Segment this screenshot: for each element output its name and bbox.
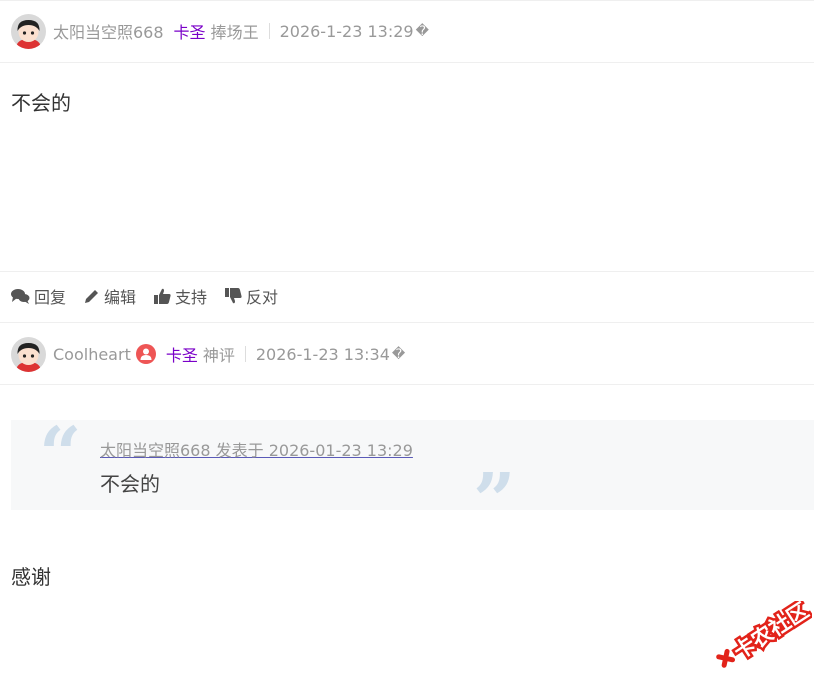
- post-content: 感谢: [11, 565, 51, 589]
- support-button[interactable]: 支持: [154, 284, 207, 308]
- author-name[interactable]: 太阳当空照668: [53, 19, 164, 43]
- pencil-icon: [85, 290, 99, 303]
- support-label: 支持: [175, 288, 208, 307]
- user-title: 捧场王: [210, 23, 259, 42]
- top-divider: [0, 0, 814, 1]
- user-role: 卡圣: [173, 23, 206, 42]
- unknown-glyph: �: [415, 23, 429, 39]
- header-divider: [0, 62, 814, 63]
- reply-button[interactable]: 回复: [11, 284, 66, 308]
- quote-text: 不会的: [100, 472, 160, 496]
- author-name[interactable]: Coolheart: [53, 345, 131, 364]
- logo-text: 卡农社区: [729, 601, 812, 664]
- oppose-button[interactable]: 反对: [225, 284, 278, 308]
- post-divider: [0, 322, 814, 323]
- post-date: 2026-1-23 13:34: [255, 344, 390, 364]
- post-date: 2026-1-23 13:29: [279, 21, 414, 41]
- quote-block: “ 太阳当空照668 发表于 2026-01-23 13:29 不会的 ”: [11, 412, 814, 538]
- avatar[interactable]: [11, 336, 46, 372]
- chat-bubbles-icon: [11, 289, 30, 304]
- open-quote-mark: “: [39, 412, 82, 498]
- thumbs-up-icon: [154, 288, 171, 304]
- post-header: 太阳当空照668 卡圣 捧场王 2026-1-23 13:29 �: [11, 13, 429, 49]
- post-header: Coolheart 卡圣 神评 2026-1-23 13:34 �: [11, 336, 405, 372]
- unknown-glyph: �: [391, 346, 406, 362]
- oppose-label: 反对: [246, 288, 279, 307]
- user-role: 卡圣: [165, 346, 198, 365]
- user-title: 神评: [202, 346, 235, 365]
- edit-label: 编辑: [104, 288, 137, 307]
- site-logo: 卡农社区: [708, 596, 814, 671]
- header-separator: [268, 23, 270, 39]
- avatar[interactable]: [11, 13, 46, 49]
- post-content: 不会的: [11, 91, 71, 115]
- post-actions: 回复 编辑 支持 反对: [11, 283, 296, 309]
- user-badge-icon: [135, 344, 156, 364]
- close-quote-mark: ”: [473, 458, 516, 544]
- reply-label: 回复: [34, 288, 67, 307]
- edit-button[interactable]: 编辑: [84, 284, 136, 308]
- thumbs-down-icon: [225, 288, 242, 304]
- quote-source-link[interactable]: 太阳当空照668 发表于 2026-01-23 13:29: [100, 437, 413, 461]
- content-divider: [0, 271, 814, 272]
- header-separator: [244, 346, 246, 362]
- header-divider: [0, 384, 814, 385]
